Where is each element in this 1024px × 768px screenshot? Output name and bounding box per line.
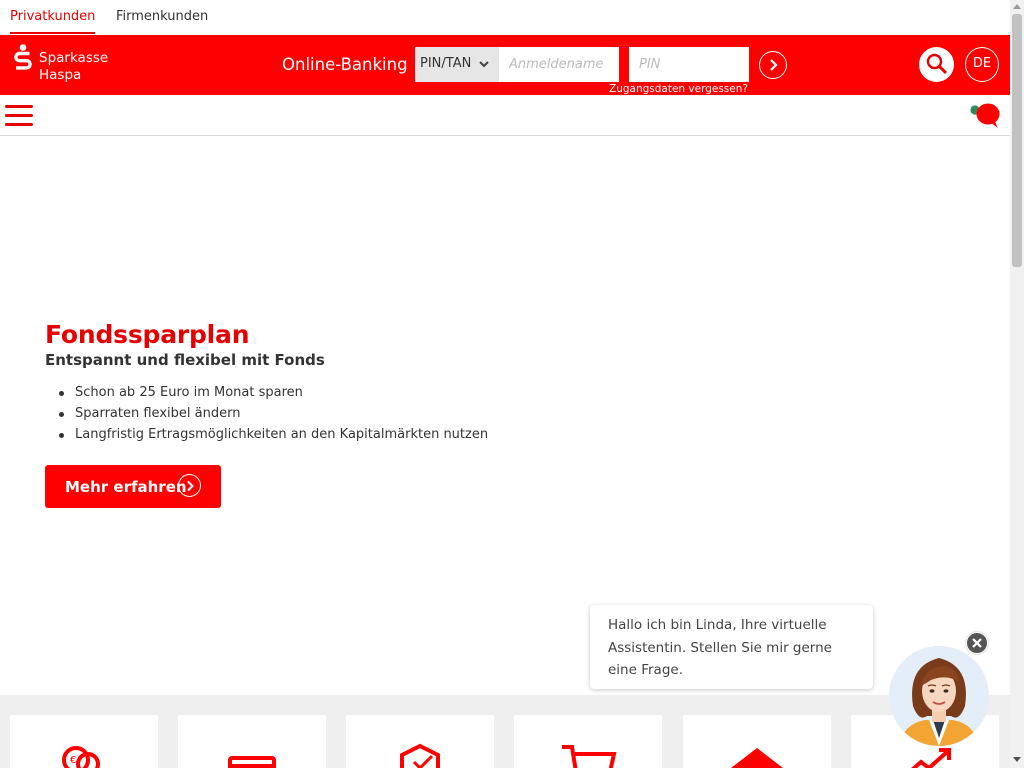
tile-house[interactable] [683, 715, 831, 768]
cart-icon [562, 745, 617, 768]
login-method-select[interactable]: PIN/TAN [415, 47, 499, 82]
language-switch-button[interactable]: DE [965, 47, 999, 82]
menu-bar-icon [5, 123, 33, 126]
close-icon [972, 638, 982, 648]
login-method-value: PIN/TAN [420, 56, 472, 71]
scroll-down-arrow-icon[interactable] [1013, 757, 1021, 762]
sparkasse-logo[interactable]: Sparkasse Haspa [12, 44, 122, 88]
online-banking-label: Online-Banking [282, 55, 408, 74]
menu-bar-icon [5, 114, 33, 117]
hero-subtitle: Entspannt und flexibel mit Fonds [45, 351, 325, 369]
pin-input[interactable] [629, 47, 749, 82]
list-item: Schon ab 25 Euro im Monat sparen [45, 382, 488, 403]
scroll-up-arrow-icon[interactable] [1013, 4, 1021, 9]
growth-arrow-icon [911, 748, 951, 768]
logo-line-sparkasse: Sparkasse [39, 50, 109, 66]
tile-cart[interactable] [514, 715, 662, 768]
logo-text: Sparkasse Haspa [39, 50, 108, 84]
assistant-message-line: Hallo ich bin Linda, Ihre virtuelle [608, 617, 827, 633]
assistant-speech-bubble: Hallo ich bin Linda, Ihre virtuelle Assi… [590, 605, 873, 689]
search-icon [926, 53, 948, 75]
mehr-erfahren-button[interactable]: Mehr erfahren [45, 465, 221, 508]
tile-coins[interactable]: € [10, 715, 158, 768]
sparkasse-s-icon [14, 44, 32, 70]
chevron-right-icon [178, 474, 201, 497]
assistant-portrait-icon [889, 646, 989, 746]
shield-icon [400, 743, 440, 768]
assistant-message-line: eine Frage. [608, 662, 683, 678]
close-assistant-button[interactable] [966, 632, 988, 654]
chevron-down-icon [479, 61, 489, 68]
hero-benefits-list: Schon ab 25 Euro im Monat sparen Sparrat… [45, 382, 488, 445]
page-scrollbar[interactable] [1010, 0, 1024, 768]
tab-privatkunden[interactable]: Privatkunden [10, 9, 96, 34]
cta-label: Mehr erfahren [65, 478, 187, 496]
username-input[interactable] [499, 47, 619, 82]
menu-button[interactable] [5, 105, 33, 127]
tab-firmenkunden[interactable]: Firmenkunden [116, 9, 208, 24]
tile-shield[interactable] [346, 715, 494, 768]
tile-card[interactable] [178, 715, 326, 768]
customer-segment-bar: Privatkunden Firmenkunden [0, 0, 1010, 35]
menu-bar-icon [5, 105, 33, 108]
navigation-bar [0, 95, 1010, 136]
header-bar: Sparkasse Haspa Online-Banking PIN/TAN Z… [0, 35, 1010, 95]
chevron-right-icon [770, 59, 778, 71]
service-tiles: € [0, 695, 1010, 768]
list-item: Langfristig Ertragsmöglichkeiten an den … [45, 424, 488, 445]
assistant-message-line: Assistentin. Stellen Sie mir gerne [608, 639, 832, 656]
house-icon [731, 748, 783, 768]
chat-bubble-icon[interactable] [968, 101, 1002, 129]
card-icon [228, 756, 276, 768]
search-button[interactable] [919, 47, 954, 82]
forgot-credentials-link[interactable]: Zugangsdaten vergessen? [609, 83, 748, 95]
coins-icon: € [62, 746, 100, 768]
list-item: Sparraten flexibel ändern [45, 403, 488, 424]
login-submit-button[interactable] [759, 51, 787, 79]
scrollbar-thumb[interactable] [1012, 14, 1022, 267]
assistant-avatar[interactable] [889, 646, 989, 746]
svg-text:€: € [70, 755, 76, 766]
logo-line-haspa: Haspa [39, 67, 82, 83]
hero-title: Fondssparplan [45, 320, 250, 349]
